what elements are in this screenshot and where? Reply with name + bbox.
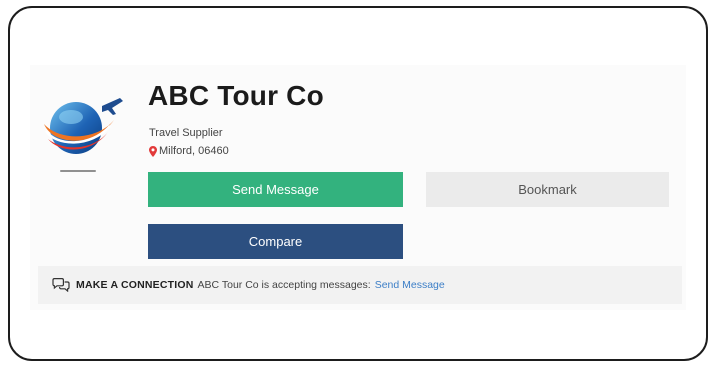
location-text: Milford, 06460 [159,145,229,157]
supplier-name: ABC Tour Co [148,80,324,111]
connection-message: ABC Tour Co is accepting messages: [197,279,371,291]
map-pin-icon [149,145,157,157]
connection-heading: MAKE A CONNECTION [76,279,194,291]
send-message-link[interactable]: Send Message [375,279,445,291]
send-message-button[interactable]: Send Message [148,172,403,207]
compare-label: Compare [248,234,303,249]
bookmark-label: Bookmark [518,182,577,197]
chat-bubbles-icon [52,278,70,292]
bookmark-button[interactable]: Bookmark [426,172,669,207]
compare-button[interactable]: Compare [148,224,403,259]
send-message-label: Send Message [232,182,319,197]
supplier-location: Milford, 06460 [149,145,229,157]
supplier-type: Travel Supplier [149,127,223,139]
connection-bar: MAKE A CONNECTION ABC Tour Co is accepti… [38,266,682,304]
company-logo [44,98,123,172]
